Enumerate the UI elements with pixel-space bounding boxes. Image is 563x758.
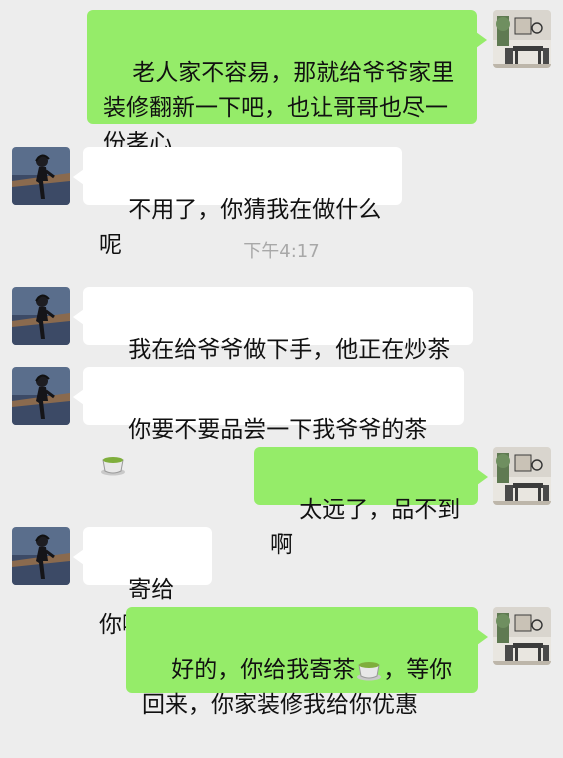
message-bubble-outgoing[interactable]: 太远了，品不到啊 — [254, 447, 488, 558]
contact-avatar[interactable] — [12, 367, 70, 425]
teacup-emoji-icon — [101, 457, 125, 476]
woman-silhouette-avatar-icon — [12, 527, 70, 585]
woman-silhouette-avatar-icon — [12, 147, 70, 205]
interior-room-avatar-icon — [493, 607, 551, 665]
interior-room-avatar-icon — [493, 447, 551, 505]
message-timestamp: 下午4:17 — [243, 241, 320, 262]
contact-avatar[interactable] — [12, 287, 70, 345]
message-text: 老人家不容易，那就给爷爷家里装修翻新一下吧，也让哥哥也尽一份孝心 — [103, 60, 455, 156]
my-avatar[interactable] — [493, 10, 551, 68]
message-bubble-incoming[interactable]: 不用了，你猜我在做什么呢 — [73, 147, 402, 258]
message-bubble-outgoing[interactable]: 老人家不容易，那就给爷爷家里装修翻新一下吧，也让哥哥也尽一份孝心 — [87, 10, 487, 156]
interior-room-avatar-icon — [493, 10, 551, 68]
message-text: 好的，你给我寄茶 — [171, 657, 356, 683]
message-text: 你要不要品尝一下我爷爷的茶 — [128, 417, 428, 443]
message-text: 太远了，品不到啊 — [270, 497, 461, 558]
woman-silhouette-avatar-icon — [12, 367, 70, 425]
contact-avatar[interactable] — [12, 147, 70, 205]
woman-silhouette-avatar-icon — [12, 287, 70, 345]
my-avatar[interactable] — [493, 607, 551, 665]
teacup-emoji-icon — [357, 662, 382, 681]
message-bubble-incoming[interactable]: 你要不要品尝一下我爷爷的茶 — [73, 367, 464, 476]
message-bubble-outgoing[interactable]: 好的，你给我寄茶 ，等你回来，你家装修我给你优惠 — [126, 607, 488, 718]
message-bubble-incoming[interactable]: 我在给爷爷做下手，他正在炒茶呢 — [73, 287, 473, 398]
chat-area[interactable]: 老人家不容易，那就给爷爷家里装修翻新一下吧，也让哥哥也尽一份孝心 不用了，你猜我… — [0, 0, 563, 719]
message-bubble-incoming[interactable]: 寄给你啊 — [73, 527, 212, 638]
contact-avatar[interactable] — [12, 527, 70, 585]
my-avatar[interactable] — [493, 447, 551, 505]
